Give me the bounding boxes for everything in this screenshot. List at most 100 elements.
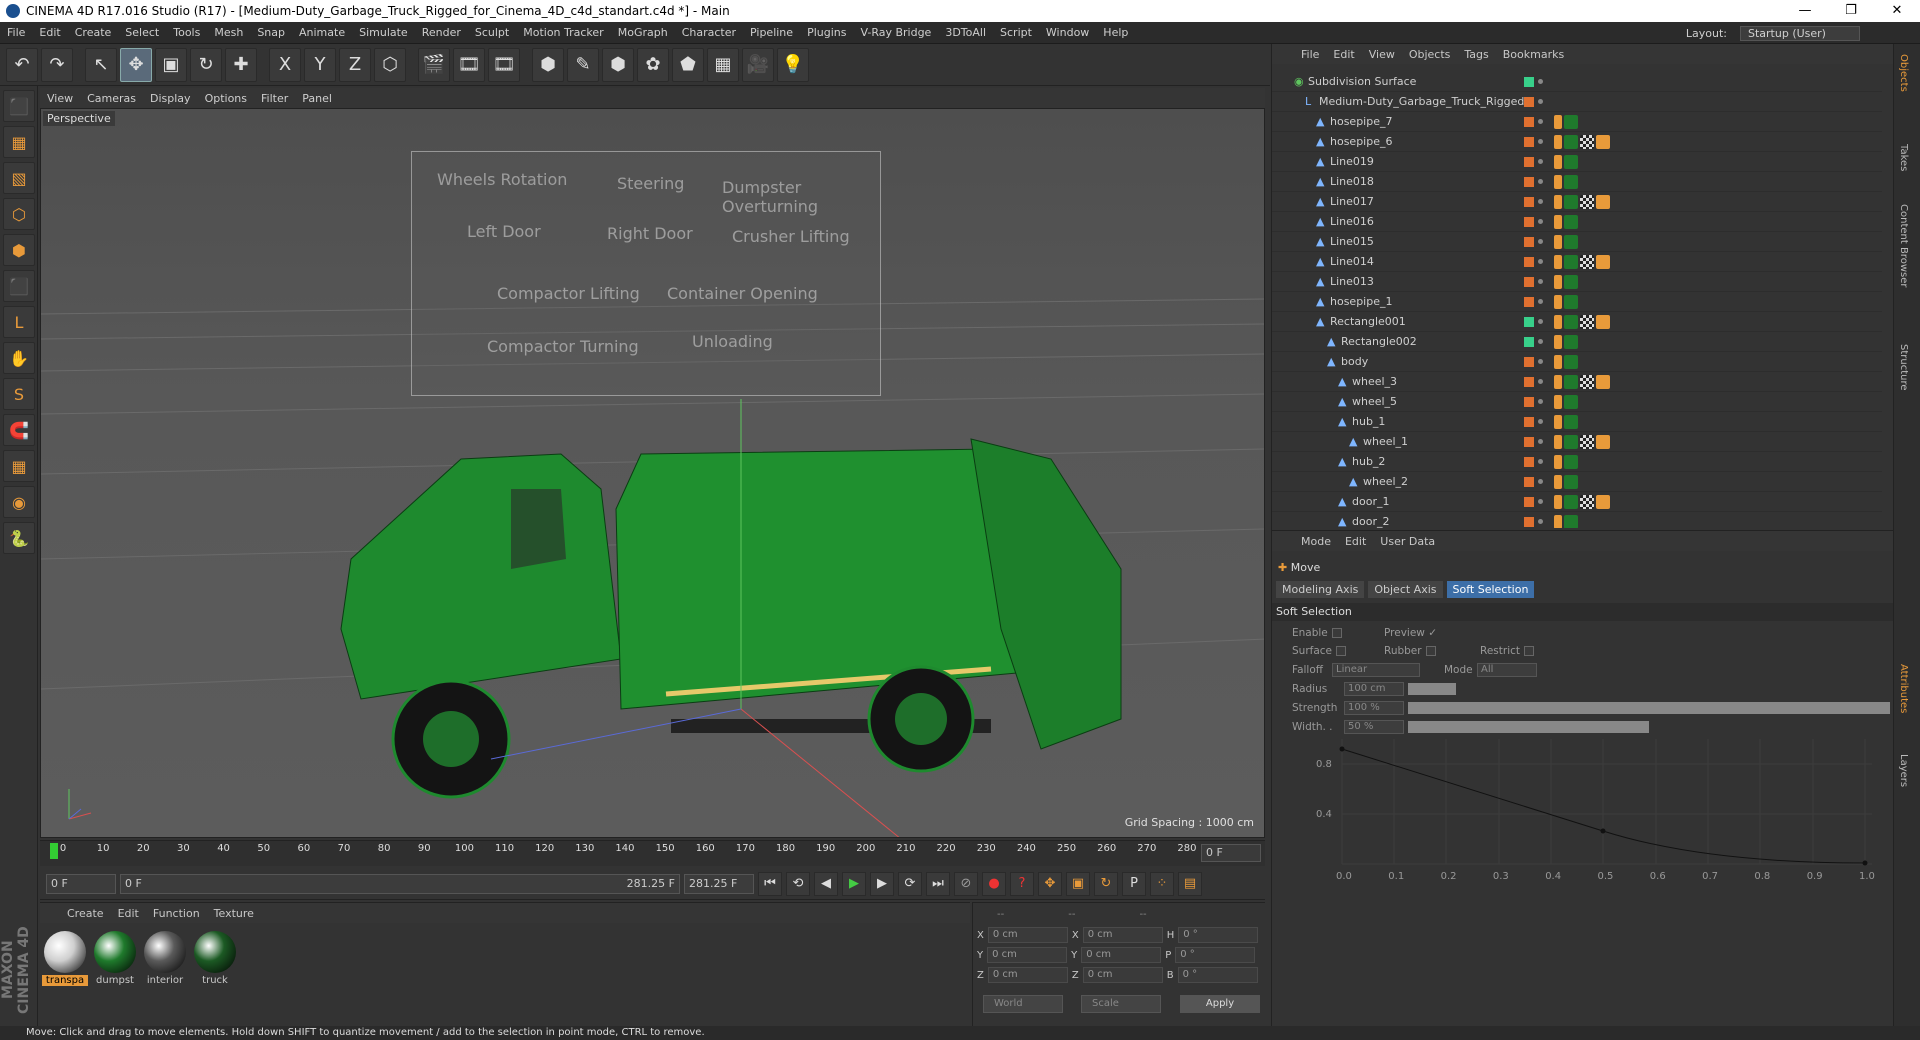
object-layer-color[interactable] — [1524, 116, 1534, 127]
object-row[interactable]: ▲ wheel_5 — [1272, 392, 1882, 412]
locked-workplane-icon[interactable]: ◉ — [3, 486, 35, 518]
object-tag-icon[interactable] — [1580, 374, 1594, 389]
coord-value-field[interactable]: 0 cm — [987, 947, 1068, 963]
object-tag-icon[interactable] — [1564, 174, 1578, 189]
object-name[interactable]: Medium-Duty_Garbage_Truck_Rigged — [1319, 95, 1524, 108]
key-scale-icon[interactable]: ▣ — [1066, 871, 1090, 896]
object-layer-color[interactable] — [1524, 476, 1534, 487]
help-key-icon[interactable]: ? — [1010, 871, 1034, 896]
prev-key-icon[interactable]: ⟲ — [786, 871, 810, 896]
tab-modeling-axis[interactable]: Modeling Axis — [1276, 581, 1365, 598]
object-tag-icon[interactable] — [1564, 514, 1578, 528]
object-row[interactable]: ◉ Subdivision Surface — [1272, 72, 1882, 92]
object-tag-icon[interactable] — [1564, 234, 1578, 249]
object-layer-color[interactable] — [1524, 276, 1534, 287]
object-tag-icon[interactable] — [1554, 254, 1562, 269]
viewport-menu-options[interactable]: Options — [198, 92, 254, 105]
object-tag-icon[interactable] — [1554, 474, 1562, 489]
object-name[interactable]: door_2 — [1352, 515, 1389, 528]
object-visibility-dot[interactable] — [1538, 219, 1543, 224]
hud-label[interactable]: Unloading — [692, 332, 773, 351]
object-tag-icon[interactable] — [1580, 434, 1594, 449]
preview-option[interactable]: Preview ✓ — [1384, 627, 1437, 639]
object-visibility-dot[interactable] — [1538, 339, 1543, 344]
object-tag-icon[interactable] — [1564, 374, 1578, 389]
object-tag-icon[interactable] — [1596, 194, 1610, 209]
object-row[interactable]: ▲ Line018 — [1272, 172, 1882, 192]
material-swatch[interactable]: truck — [192, 931, 238, 989]
object-tag-icon[interactable] — [1554, 134, 1562, 149]
current-frame-field[interactable]: 0 F — [1201, 844, 1261, 862]
apply-button[interactable]: Apply — [1180, 995, 1260, 1013]
object-tag-icon[interactable] — [1554, 314, 1562, 329]
object-layer-color[interactable] — [1524, 336, 1534, 347]
object-tag-icon[interactable] — [1554, 294, 1562, 309]
object-tag-icon[interactable] — [1564, 334, 1578, 349]
object-tag-icon[interactable] — [1596, 254, 1610, 269]
menu-item-mesh[interactable]: Mesh — [207, 26, 250, 39]
strength-slider[interactable] — [1408, 702, 1890, 714]
object-tag-icon[interactable] — [1564, 314, 1578, 329]
tab-object-axis[interactable]: Object Axis — [1368, 581, 1443, 598]
truck-model[interactable] — [340, 438, 1122, 799]
object-tag-icon[interactable] — [1564, 434, 1578, 449]
model-mode-icon[interactable]: ⬛ — [3, 90, 35, 122]
object-layer-color[interactable] — [1524, 316, 1534, 327]
object-layer-color[interactable] — [1524, 436, 1534, 447]
object-tag-icon[interactable] — [1554, 334, 1562, 349]
object-visibility-dot[interactable] — [1538, 239, 1543, 244]
object-tag-icon[interactable] — [1564, 294, 1578, 309]
material-swatch[interactable]: transpa — [42, 931, 88, 989]
hud-label[interactable]: Container Opening — [667, 284, 818, 303]
close-button[interactable]: ✕ — [1874, 0, 1920, 22]
timeline-playhead[interactable] — [50, 843, 58, 859]
light-icon[interactable]: 💡 — [777, 47, 809, 82]
object-visibility-dot[interactable] — [1538, 399, 1543, 404]
object-tag-icon[interactable] — [1564, 494, 1578, 509]
curve-point[interactable] — [1339, 746, 1345, 752]
object-layer-color[interactable] — [1524, 196, 1534, 207]
object-tag-icon[interactable] — [1580, 194, 1594, 209]
material-menu-create[interactable]: Create — [60, 907, 111, 920]
object-visibility-dot[interactable] — [1538, 319, 1543, 324]
material-swatch[interactable]: interior — [142, 931, 188, 989]
material-menu-function[interactable]: Function — [146, 907, 207, 920]
object-row[interactable]: ▲ Line017 — [1272, 192, 1882, 212]
object-visibility-dot[interactable] — [1538, 479, 1543, 484]
menu-item-simulate[interactable]: Simulate — [352, 26, 415, 39]
material-menu-edit[interactable]: Edit — [111, 907, 146, 920]
object-tag-icon[interactable] — [1564, 474, 1578, 489]
tab-soft-selection[interactable]: Soft Selection — [1446, 581, 1535, 598]
object-tag-icon[interactable] — [1554, 494, 1562, 509]
menu-item-select[interactable]: Select — [118, 26, 166, 39]
object-tag-icon[interactable] — [1554, 274, 1562, 289]
object-row[interactable]: ▲ hosepipe_7 — [1272, 112, 1882, 132]
coord-value-field[interactable]: 0 ° — [1177, 967, 1258, 983]
menu-item-3dtoall[interactable]: 3DToAll — [938, 26, 993, 39]
object-name[interactable]: Rectangle002 — [1341, 335, 1417, 348]
hud-label[interactable]: Wheels Rotation — [437, 170, 567, 189]
minimize-button[interactable]: — — [1782, 0, 1828, 22]
object-tag-icon[interactable] — [1554, 114, 1562, 129]
coord-system-dropdown[interactable]: World — [983, 995, 1063, 1013]
object-visibility-dot[interactable] — [1538, 419, 1543, 424]
live-selection-icon[interactable]: ✚ — [225, 47, 257, 82]
object-tag-icon[interactable] — [1554, 174, 1562, 189]
object-tag-icon[interactable] — [1554, 454, 1562, 469]
object-name[interactable]: Line018 — [1330, 175, 1374, 188]
attribute-menu-mode[interactable]: Mode — [1294, 535, 1338, 548]
object-name[interactable]: wheel_1 — [1363, 435, 1408, 448]
radius-slider[interactable] — [1408, 683, 1456, 695]
menu-item-snap[interactable]: Snap — [250, 26, 292, 39]
viewport-menu-display[interactable]: Display — [143, 92, 198, 105]
step-forward-icon[interactable]: ▶ — [870, 871, 894, 896]
object-tag-icon[interactable] — [1580, 314, 1594, 329]
hud-label[interactable]: Crusher Lifting — [732, 227, 850, 246]
side-tab-structure[interactable]: Structure — [1898, 344, 1909, 391]
coord-value-field[interactable]: 0 cm — [987, 927, 1068, 943]
object-layer-color[interactable] — [1524, 76, 1534, 87]
object-row[interactable]: ▲ body — [1272, 352, 1882, 372]
goto-end-icon[interactable]: ⏭ — [926, 871, 950, 896]
menu-item-help[interactable]: Help — [1096, 26, 1135, 39]
object-tag-icon[interactable] — [1580, 254, 1594, 269]
